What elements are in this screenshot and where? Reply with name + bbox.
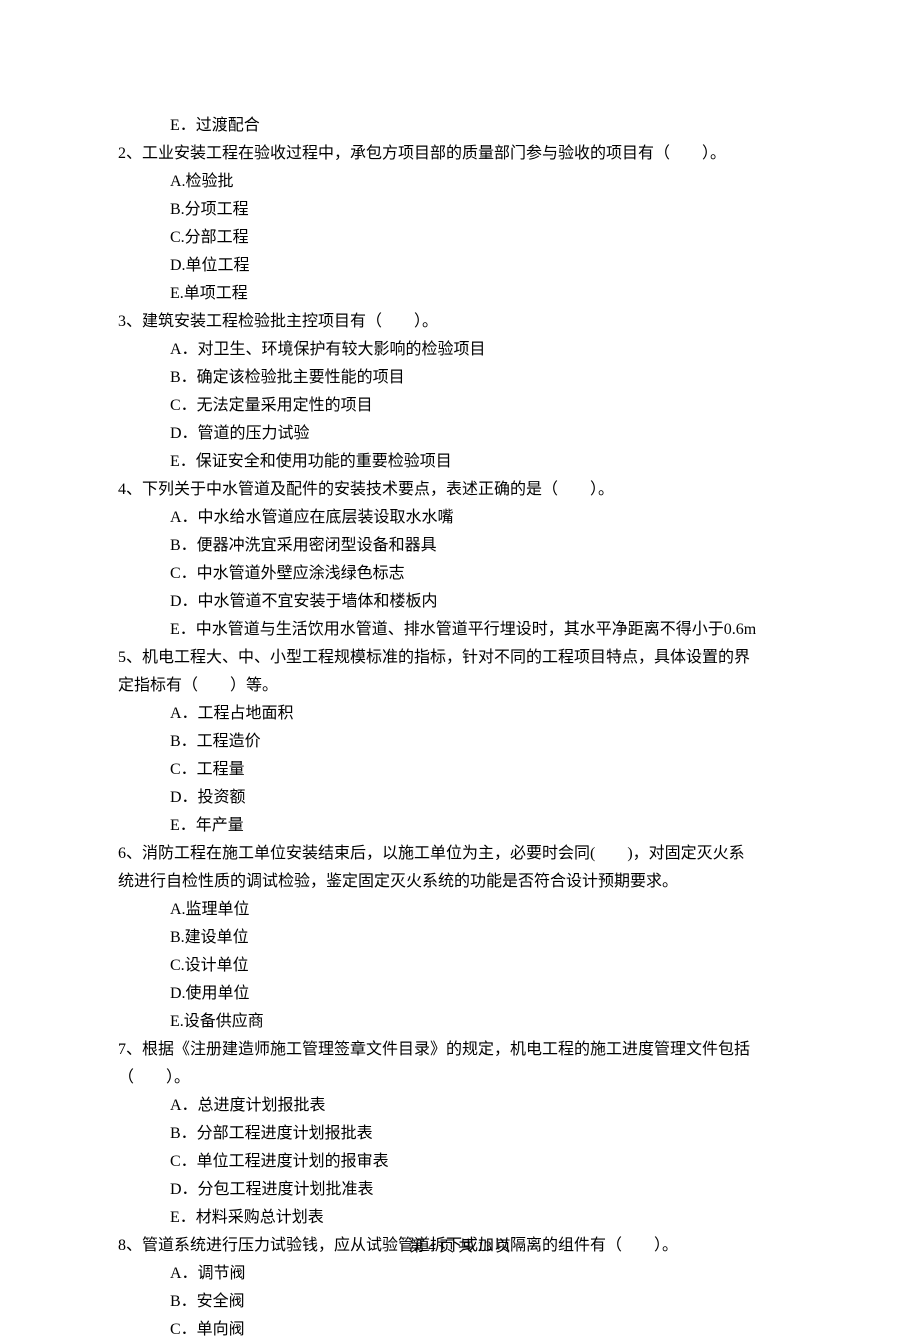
q8-option-c: C．单向阀 xyxy=(118,1316,802,1344)
q4-option-d: D．中水管道不宜安装于墙体和楼板内 xyxy=(118,588,802,616)
q8-option-b: B．安全阀 xyxy=(118,1288,802,1316)
q6-option-c: C.设计单位 xyxy=(118,952,802,980)
q5-option-b: B．工程造价 xyxy=(118,728,802,756)
q7-option-e: E．材料采购总计划表 xyxy=(118,1204,802,1232)
q5-option-a: A．工程占地面积 xyxy=(118,700,802,728)
q3-stem: 3、建筑安装工程检验批主控项目有（ ）。 xyxy=(118,308,802,336)
q6-option-d: D.使用单位 xyxy=(118,980,802,1008)
q6-option-a: A.监理单位 xyxy=(118,896,802,924)
q2-option-d: D.单位工程 xyxy=(118,252,802,280)
q3-option-d: D．管道的压力试验 xyxy=(118,420,802,448)
page-footer: 第 4 页 共 13 页 xyxy=(0,1234,920,1260)
q8-option-a: A．调节阀 xyxy=(118,1260,802,1288)
q5-stem-line1: 5、机电工程大、中、小型工程规模标准的指标，针对不同的工程项目特点，具体设置的界 xyxy=(118,644,802,672)
q5-stem-line2: 定指标有（ ）等。 xyxy=(118,672,802,700)
q4-option-c: C．中水管道外壁应涂浅绿色标志 xyxy=(118,560,802,588)
q4-option-b: B．便器冲洗宜采用密闭型设备和器具 xyxy=(118,532,802,560)
q7-option-d: D．分包工程进度计划批准表 xyxy=(118,1176,802,1204)
q6-stem-line1: 6、消防工程在施工单位安装结束后，以施工单位为主，必要时会同( )，对固定灭火系 xyxy=(118,840,802,868)
q5-option-c: C．工程量 xyxy=(118,756,802,784)
q3-option-c: C．无法定量采用定性的项目 xyxy=(118,392,802,420)
q1-option-e: E．过渡配合 xyxy=(118,112,802,140)
q7-option-c: C．单位工程进度计划的报审表 xyxy=(118,1148,802,1176)
q4-stem: 4、下列关于中水管道及配件的安装技术要点，表述正确的是（ ）。 xyxy=(118,476,802,504)
q2-stem: 2、工业安装工程在验收过程中，承包方项目部的质量部门参与验收的项目有（ ）。 xyxy=(118,140,802,168)
q7-stem-line1: 7、根据《注册建造师施工管理签章文件目录》的规定，机电工程的施工进度管理文件包括 xyxy=(118,1036,802,1064)
q2-option-b: B.分项工程 xyxy=(118,196,802,224)
q7-option-b: B．分部工程进度计划报批表 xyxy=(118,1120,802,1148)
q4-option-a: A．中水给水管道应在底层装设取水水嘴 xyxy=(118,504,802,532)
q5-option-d: D．投资额 xyxy=(118,784,802,812)
q5-option-e: E．年产量 xyxy=(118,812,802,840)
q2-option-c: C.分部工程 xyxy=(118,224,802,252)
q3-option-b: B．确定该检验批主要性能的项目 xyxy=(118,364,802,392)
q3-option-e: E．保证安全和使用功能的重要检验项目 xyxy=(118,448,802,476)
q4-option-e: E．中水管道与生活饮用水管道、排水管道平行埋设时，其水平净距离不得小于0.6m xyxy=(118,616,802,644)
q6-stem-line2: 统进行自检性质的调试检验，鉴定固定灭火系统的功能是否符合设计预期要求。 xyxy=(118,868,802,896)
q2-option-a: A.检验批 xyxy=(118,168,802,196)
q2-option-e: E.单项工程 xyxy=(118,280,802,308)
q7-option-a: A．总进度计划报批表 xyxy=(118,1092,802,1120)
q7-stem-line2: （ ）。 xyxy=(118,1064,802,1092)
q6-option-b: B.建设单位 xyxy=(118,924,802,952)
q6-option-e: E.设备供应商 xyxy=(118,1008,802,1036)
q3-option-a: A．对卫生、环境保护有较大影响的检验项目 xyxy=(118,336,802,364)
